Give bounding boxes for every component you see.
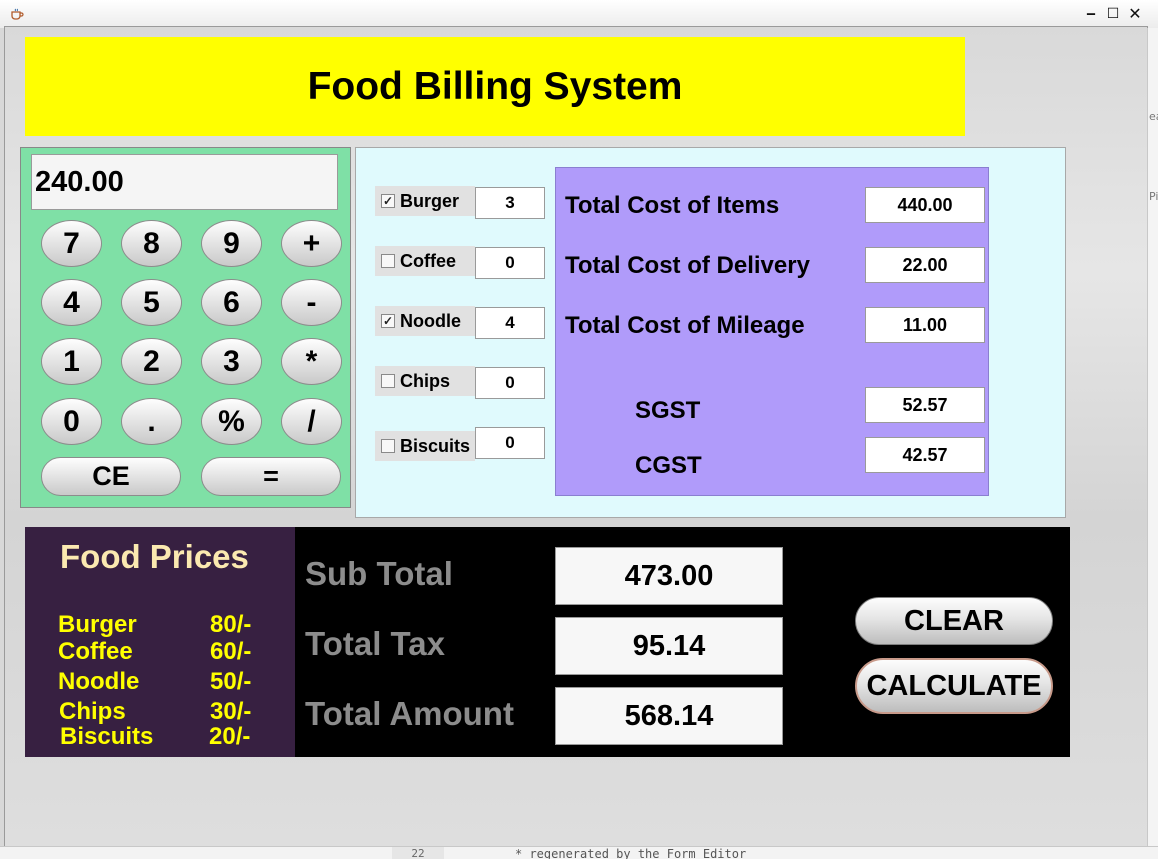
- checkbox-indicator: [381, 374, 395, 388]
- checkbox-biscuits[interactable]: Biscuits: [375, 431, 475, 461]
- price-item-value: 60/-: [210, 638, 252, 665]
- quantity-field-noodle[interactable]: 4: [475, 307, 545, 339]
- sgst-label: SGST: [635, 397, 701, 424]
- totals-panel: Sub Total 473.00 Total Tax 95.14 Total A…: [295, 527, 1070, 757]
- total-tax-label: Total Tax: [305, 625, 445, 662]
- price-item-value: 20/-: [209, 723, 251, 750]
- total-amount-field[interactable]: 568.14: [555, 687, 783, 745]
- total-amount-label: Total Amount: [305, 695, 514, 732]
- title-banner: Food Billing System: [25, 37, 965, 136]
- key-9[interactable]: 9: [201, 220, 262, 267]
- checkbox-burger[interactable]: ✓ Burger: [375, 186, 475, 216]
- key-divide[interactable]: /: [281, 398, 342, 445]
- total-tax-field[interactable]: 95.14: [555, 617, 783, 675]
- key-decimal[interactable]: .: [121, 398, 182, 445]
- key-4[interactable]: 4: [41, 279, 102, 326]
- subtotal-field[interactable]: 473.00: [555, 547, 783, 605]
- price-item-value: 50/-: [210, 668, 252, 695]
- checkbox-indicator: [381, 254, 395, 268]
- checkbox-chips[interactable]: Chips: [375, 366, 475, 396]
- cgst-field[interactable]: 42.57: [865, 437, 985, 473]
- minimize-button[interactable]: ‒: [1081, 4, 1101, 24]
- price-item-name: Chips: [59, 698, 126, 725]
- cgst-label: CGST: [635, 452, 702, 479]
- key-multiply[interactable]: *: [281, 338, 342, 385]
- key-1[interactable]: 1: [41, 338, 102, 385]
- total-cost-mileage-field[interactable]: 11.00: [865, 307, 985, 343]
- price-item-name: Noodle: [58, 668, 140, 695]
- total-cost-items-label: Total Cost of Items: [565, 192, 780, 219]
- key-3[interactable]: 3: [201, 338, 262, 385]
- item-label: Noodle: [400, 310, 461, 331]
- price-item-name: Burger: [58, 611, 137, 638]
- background-editor-text: ea: [1149, 110, 1158, 123]
- checkbox-noodle[interactable]: ✓ Noodle: [375, 306, 475, 336]
- sgst-field[interactable]: 52.57: [865, 387, 985, 423]
- window-titlebar: ‒ ☐ ✕: [0, 0, 1158, 28]
- subtotal-label: Sub Total: [305, 555, 453, 592]
- total-cost-mileage-label: Total Cost of Mileage: [565, 312, 805, 339]
- close-button[interactable]: ✕: [1125, 4, 1145, 24]
- code-comment: * regenerated by the Form Editor: [515, 847, 747, 859]
- page-title: Food Billing System: [307, 64, 683, 108]
- food-prices-panel: Food Prices Burger 80/- Coffee 60/- Nood…: [25, 527, 295, 757]
- total-cost-delivery-label: Total Cost of Delivery: [565, 252, 810, 279]
- line-number: 22: [392, 847, 444, 859]
- price-item-name: Biscuits: [60, 723, 154, 750]
- calculator-display[interactable]: 240.00: [31, 154, 338, 210]
- food-prices-title: Food Prices: [60, 538, 249, 575]
- java-cup-icon: [11, 8, 24, 20]
- key-plus[interactable]: +: [281, 220, 342, 267]
- item-label: Burger: [400, 190, 460, 211]
- calculator-panel: 240.00 7 8 9 + 4 5 6 - 1 2 3 * 0 . % / C…: [20, 147, 351, 508]
- key-minus[interactable]: -: [281, 279, 342, 326]
- key-percent[interactable]: %: [201, 398, 262, 445]
- key-6[interactable]: 6: [201, 279, 262, 326]
- checkbox-indicator: ✓: [381, 194, 395, 208]
- background-code-editor: 22 * regenerated by the Form Editor: [0, 846, 1158, 859]
- key-8[interactable]: 8: [121, 220, 182, 267]
- background-editor-text: Pi: [1149, 190, 1158, 203]
- item-label: Chips: [400, 370, 451, 391]
- item-label: Coffee: [400, 250, 457, 271]
- key-7[interactable]: 7: [41, 220, 102, 267]
- total-cost-items-field[interactable]: 440.00: [865, 187, 985, 223]
- total-cost-delivery-field[interactable]: 22.00: [865, 247, 985, 283]
- quantity-field-biscuits[interactable]: 0: [475, 427, 545, 459]
- key-equals[interactable]: =: [201, 457, 341, 496]
- item-label: Biscuits: [400, 435, 471, 456]
- key-5[interactable]: 5: [121, 279, 182, 326]
- checkbox-coffee[interactable]: Coffee: [375, 246, 475, 276]
- key-0[interactable]: 0: [41, 398, 102, 445]
- background-editor-strip: [1147, 28, 1158, 858]
- maximize-button[interactable]: ☐: [1103, 4, 1123, 24]
- calculate-button[interactable]: CALCULATE: [855, 658, 1053, 714]
- checkbox-indicator: [381, 439, 395, 453]
- price-item-value: 30/-: [210, 698, 252, 725]
- quantity-field-chips[interactable]: 0: [475, 367, 545, 399]
- quantity-field-burger[interactable]: 3: [475, 187, 545, 219]
- key-clear-entry[interactable]: CE: [41, 457, 181, 496]
- clear-button[interactable]: CLEAR: [855, 597, 1053, 645]
- price-item-value: 80/-: [210, 611, 252, 638]
- quantity-field-coffee[interactable]: 0: [475, 247, 545, 279]
- key-2[interactable]: 2: [121, 338, 182, 385]
- price-item-name: Coffee: [58, 638, 133, 665]
- checkbox-indicator: ✓: [381, 314, 395, 328]
